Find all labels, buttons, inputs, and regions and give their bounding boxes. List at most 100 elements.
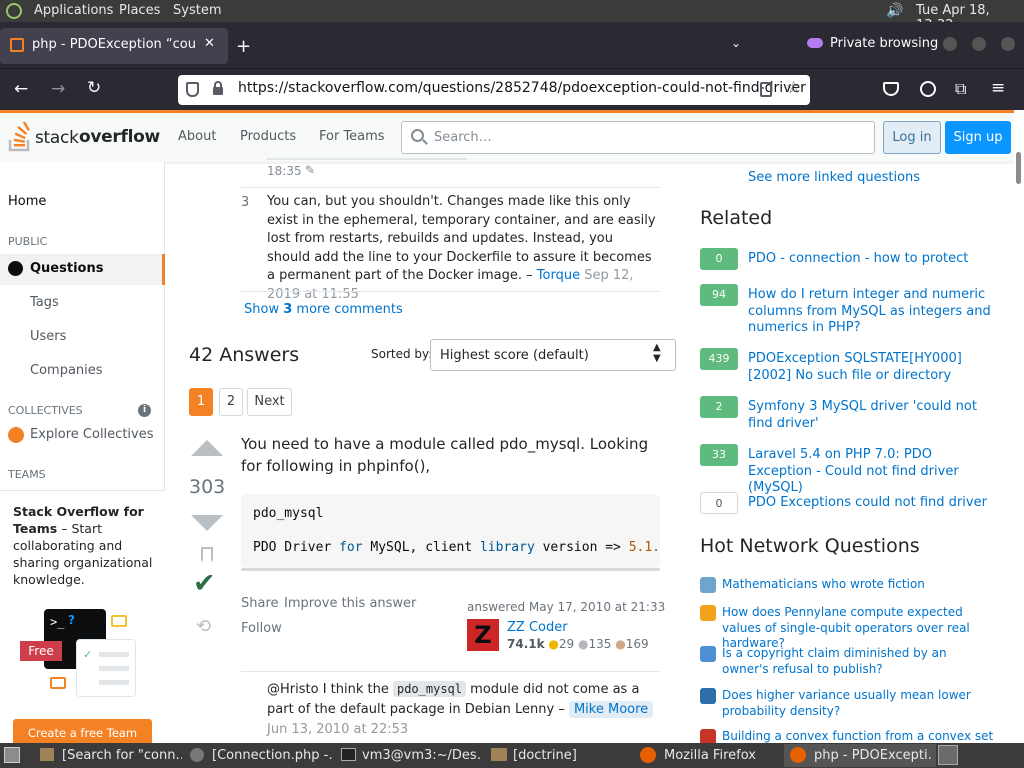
teams-promo: Stack Overflow for Teams – Start collabo… <box>0 490 165 750</box>
nav-for-teams[interactable]: For Teams <box>319 129 385 144</box>
nav-products[interactable]: Products <box>240 129 296 144</box>
hnq-link[interactable]: How does Pennylane compute expected valu… <box>722 605 994 652</box>
browser-tab-active[interactable]: php - PDOException “could ✕ <box>0 28 228 64</box>
firefox-icon <box>640 747 656 763</box>
sorted-by-label: Sorted by: <box>371 347 433 361</box>
list-tabs-chevron-icon[interactable]: ⌄ <box>731 36 741 50</box>
close-tab-icon[interactable]: ✕ <box>204 36 215 51</box>
tab-title: php - PDOException “could <box>32 37 197 52</box>
comment-2-time[interactable]: at 22:53 <box>353 722 408 737</box>
extensions-icon[interactable]: ⧉ <box>955 79 966 99</box>
upvote-icon[interactable] <box>191 440 223 456</box>
menu-applications[interactable]: Applications <box>34 3 113 18</box>
comment-2-date[interactable]: Jun 13, 2010 <box>267 722 349 737</box>
next-page-button[interactable]: Next <box>247 388 292 416</box>
improve-answer-link[interactable]: Improve this answer <box>284 596 416 611</box>
collectives-star-icon <box>8 427 24 443</box>
page-scrollbar[interactable] <box>1014 110 1024 743</box>
see-more-linked-link[interactable]: See more linked questions <box>748 170 920 185</box>
folder-icon <box>491 748 507 761</box>
terminal-icon <box>341 748 356 761</box>
hot-network-heading: Hot Network Questions <box>700 535 920 557</box>
related-link[interactable]: Laravel 5.4 on PHP 7.0: PDO Exception - … <box>748 447 996 497</box>
related-link[interactable]: PDO - connection - how to protect <box>748 251 996 268</box>
so-logo[interactable]: stack overflow <box>8 120 168 154</box>
quantum-site-icon <box>700 605 716 621</box>
login-button[interactable]: Log in <box>883 121 941 154</box>
reload-icon[interactable]: ↻ <box>87 78 101 98</box>
files-icon <box>40 748 54 761</box>
task-item[interactable]: [Search for "conn… <box>62 745 182 766</box>
sidebar-item-users[interactable]: Users <box>30 329 66 344</box>
sidebar-item-home[interactable]: Home <box>8 194 46 209</box>
hamburger-menu-icon[interactable]: ≡ <box>991 78 1005 98</box>
sidebar-item-questions[interactable]: Questions <box>0 254 165 285</box>
account-icon[interactable] <box>920 81 936 97</box>
info-icon[interactable]: i <box>138 404 151 417</box>
reader-view-icon[interactable] <box>760 82 772 97</box>
left-sidebar: Home PUBLIC Questions Tags Users Compani… <box>0 162 165 750</box>
close-window-icon[interactable] <box>1001 37 1015 51</box>
task-item[interactable]: Mozilla Firefox <box>664 745 776 766</box>
back-arrow-icon[interactable]: ← <box>14 79 28 99</box>
related-link[interactable]: How do I return integer and numeric colu… <box>748 287 996 337</box>
new-tab-icon[interactable]: + <box>236 36 251 57</box>
hnq-link[interactable]: Mathematicians who wrote fiction <box>722 577 994 593</box>
minimize-window-icon[interactable] <box>943 37 957 51</box>
hnq-link[interactable]: Does higher variance usually mean lower … <box>722 688 994 719</box>
url-bar[interactable]: https://stackoverflow.com/questions/2852… <box>178 75 810 105</box>
code-scrollbar[interactable] <box>241 568 660 571</box>
comment-time: 18:35 <box>267 164 302 178</box>
comment-2-author[interactable]: Mike Moore <box>568 701 654 718</box>
show-more-comments-link[interactable]: Show 3 more comments <box>244 302 403 317</box>
task-item[interactable]: [Connection.php -… <box>212 745 334 766</box>
history-icon[interactable]: ⟲ <box>196 616 211 637</box>
forward-arrow-icon[interactable]: → <box>51 79 65 99</box>
menu-system[interactable]: System <box>173 3 221 18</box>
distro-logo-icon[interactable] <box>6 3 22 19</box>
so-favicon-icon <box>10 38 24 52</box>
hnq-link[interactable]: Is a copyright claim diminished by an ow… <box>722 646 994 677</box>
firefox-icon <box>790 747 806 763</box>
edit-pencil-icon[interactable]: ✎ <box>305 163 315 177</box>
share-link[interactable]: Share <box>241 596 279 611</box>
related-link[interactable]: PDOException SQLSTATE[HY000] [2002] No s… <box>748 351 996 384</box>
search-input[interactable]: Search… <box>401 121 875 154</box>
follow-link[interactable]: Follow <box>241 621 282 636</box>
stats-site-icon <box>700 688 716 704</box>
maximize-window-icon[interactable] <box>972 37 986 51</box>
related-link[interactable]: Symfony 3 MySQL driver 'could not find d… <box>748 399 996 432</box>
chat-bubble-icon-2 <box>50 677 66 689</box>
volume-icon[interactable]: 🔊 <box>886 3 903 19</box>
menu-places[interactable]: Places <box>119 3 160 18</box>
page-1-button[interactable]: 1 <box>189 388 213 416</box>
task-item-active[interactable]: php - PDOExcepti… <box>784 744 936 767</box>
pocket-icon[interactable] <box>883 82 899 96</box>
shield-icon[interactable] <box>186 82 199 97</box>
nav-toolbar: ← → ↻ https://stackoverflow.com/question… <box>0 68 1024 110</box>
user-avatar[interactable]: Z <box>467 619 499 651</box>
logo-text-overflow: overflow <box>79 127 160 147</box>
task-item[interactable]: [doctrine] <box>513 745 623 766</box>
nav-about[interactable]: About <box>178 129 216 144</box>
related-link[interactable]: PDO Exceptions could not find driver <box>748 495 996 512</box>
comment-author-link[interactable]: Torque <box>537 268 580 283</box>
answer-user-link[interactable]: ZZ Coder <box>507 620 568 635</box>
sidebar-caption-collectives: COLLECTIVES <box>8 404 83 417</box>
downvote-icon[interactable] <box>191 515 223 531</box>
show-desktop-icon[interactable] <box>4 747 20 763</box>
url-text[interactable]: https://stackoverflow.com/questions/2852… <box>238 80 806 96</box>
signup-button[interactable]: Sign up <box>945 121 1011 154</box>
bookmark-star-icon[interactable]: ☆ <box>786 78 801 98</box>
so-logo-icon <box>8 120 30 152</box>
sort-select[interactable]: Highest score (default) ▲ ▼ <box>430 339 676 371</box>
bookmark-icon[interactable] <box>201 547 213 562</box>
sidebar-item-companies[interactable]: Companies <box>30 363 103 378</box>
page-2-button[interactable]: 2 <box>219 388 243 416</box>
scrollbar-thumb[interactable] <box>1016 152 1021 184</box>
sidebar-item-explore-collectives[interactable]: Explore Collectives <box>30 427 154 442</box>
task-item[interactable]: vm3@vm3:~/Des… <box>362 745 482 766</box>
sidebar-item-tags[interactable]: Tags <box>30 295 59 310</box>
workspace-switcher-icon[interactable] <box>938 745 958 765</box>
lock-icon[interactable] <box>212 81 224 96</box>
